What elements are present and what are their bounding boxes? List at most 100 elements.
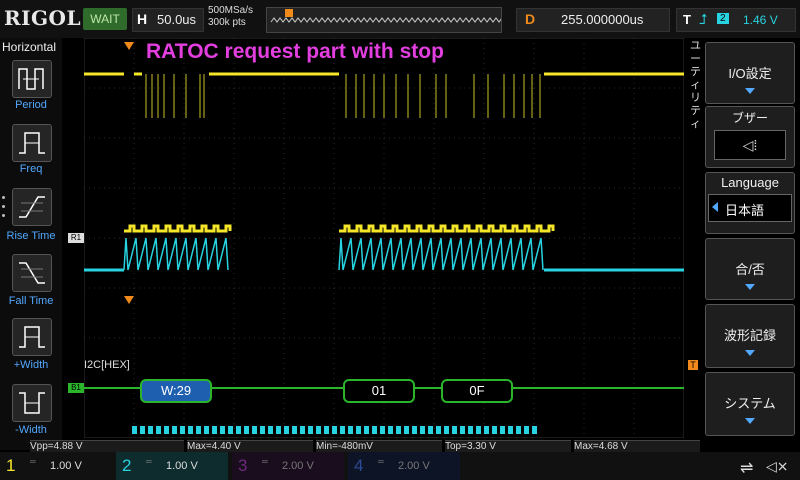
measure-panel-title: Horizontal: [2, 40, 57, 54]
ch2-trace-burst-1: [123, 237, 229, 271]
bus-activity-mark: [196, 426, 201, 434]
reference-marker[interactable]: R1: [68, 233, 84, 243]
scroll-indicator-dots: [2, 196, 5, 226]
memory-overview-bar[interactable]: [266, 7, 512, 33]
language-button[interactable]: Language 日本語: [705, 172, 795, 234]
bus-activity-mark: [204, 426, 209, 434]
trigger-level-value: 1.46 V: [743, 13, 778, 27]
rise-time-label: Rise Time: [6, 230, 56, 242]
channel-3-number: 3: [238, 456, 248, 475]
channel-1-number: 1: [6, 456, 16, 475]
bus-marker[interactable]: B1: [68, 383, 84, 393]
bus-activity-mark: [284, 426, 289, 434]
positive-width-button[interactable]: [12, 318, 52, 356]
chevron-down-icon: [745, 88, 755, 94]
timebase-box[interactable]: H 50.0us: [132, 8, 204, 32]
bus-activity-mark: [396, 426, 401, 434]
bus-activity-mark: [156, 426, 161, 434]
bus-activity-mark: [148, 426, 153, 434]
pass-fail-button[interactable]: 合/否: [705, 238, 795, 300]
channel-4-scale: 2.00 V: [398, 460, 430, 472]
bus-activity-mark: [268, 426, 273, 434]
delay-key: D: [525, 11, 536, 27]
bus-activity-mark: [356, 426, 361, 434]
bus-activity-mark: [508, 426, 513, 434]
timebase-value: 50.0us: [157, 12, 197, 27]
bus-activity-mark: [316, 426, 321, 434]
channel-4-status[interactable]: 4 ═ 2.00 V: [348, 452, 460, 480]
bus-activity-mark: [164, 426, 169, 434]
trigger-box[interactable]: T ⮥ 2 1.46 V: [676, 8, 796, 32]
buzzer-label: ブザー: [731, 111, 768, 125]
decode-frame-address[interactable]: W:29: [140, 379, 212, 403]
channel-2-status[interactable]: 2 ═ 1.00 V: [116, 452, 228, 480]
scl-trace-pulses-1: [124, 224, 232, 233]
scl-trace-pulses-2: [339, 224, 555, 233]
decode-frame-data-2[interactable]: 0F: [441, 379, 513, 403]
bus-activity-mark: [460, 426, 465, 434]
memory-overview-waveform: [270, 9, 512, 23]
chevron-down-icon: [745, 284, 755, 290]
bus-activity-mark: [452, 426, 457, 434]
freq-label: Freq: [19, 163, 43, 175]
rise-time-button[interactable]: [12, 188, 52, 226]
dc-coupling-icon: ═: [378, 457, 384, 466]
bus-activity-mark: [476, 426, 481, 434]
period-button[interactable]: [12, 60, 52, 98]
channel-2-number: 2: [122, 456, 132, 475]
utility-menu-title: ユーティリティ: [690, 40, 701, 130]
waveform-record-button[interactable]: 波形記録: [705, 304, 795, 368]
decode-frame-data-1[interactable]: 01: [343, 379, 415, 403]
system-button[interactable]: システム: [705, 372, 795, 436]
io-settings-label: I/O設定: [728, 66, 772, 81]
timebase-key: H: [137, 11, 148, 27]
channel-3-status[interactable]: 3 ═ 2.00 V: [232, 452, 344, 480]
channel-1-status[interactable]: 1 ═ 1.00 V: [0, 452, 112, 480]
freq-button[interactable]: [12, 124, 52, 162]
trigger-position-top-marker[interactable]: [124, 42, 134, 50]
waveform-display[interactable]: [84, 38, 684, 438]
channel-4-number: 4: [354, 456, 364, 475]
bus-activity-mark: [516, 426, 521, 434]
bus-activity-mark: [260, 426, 265, 434]
bus-activity-mark: [244, 426, 249, 434]
period-icon: [18, 68, 44, 90]
buzzer-button[interactable]: ブザー ◁⁞: [705, 106, 795, 168]
speaker-icon[interactable]: ◁⨯: [766, 458, 789, 475]
bus-activity-mark: [436, 426, 441, 434]
fall-time-icon: [19, 262, 45, 284]
delay-box[interactable]: D 255.000000us: [516, 8, 670, 32]
bus-activity-mark: [468, 426, 473, 434]
chevron-down-icon: [745, 418, 755, 424]
bus-activity-mark: [188, 426, 193, 434]
fall-time-button[interactable]: [12, 254, 52, 292]
channel-2-scale: 1.00 V: [166, 460, 198, 472]
memory-depth: 300k pts: [208, 17, 246, 28]
io-settings-button[interactable]: I/O設定: [705, 42, 795, 104]
bus-activity-mark: [420, 426, 425, 434]
pass-fail-label: 合/否: [735, 262, 765, 277]
run-status-badge[interactable]: WAIT: [83, 8, 127, 30]
trigger-level-marker[interactable]: T: [688, 360, 698, 370]
bus-activity-mark: [252, 426, 257, 434]
bus-activity-mark: [404, 426, 409, 434]
rise-time-icon: [19, 196, 45, 218]
bus-activity-mark: [332, 426, 337, 434]
bus-activity-mark: [300, 426, 305, 434]
system-label: システム: [724, 396, 776, 411]
channel-3-scale: 2.00 V: [282, 460, 314, 472]
bus-activity-mark: [388, 426, 393, 434]
period-label: Period: [15, 99, 47, 111]
bus-activity-mark: [484, 426, 489, 434]
bus-activity-mark: [132, 426, 137, 434]
bus-activity-mark: [292, 426, 297, 434]
bus-activity-mark: [524, 426, 529, 434]
trigger-position-lower-marker: [124, 296, 134, 304]
trigger-position-marker: [285, 9, 293, 17]
bus-activity-mark: [428, 426, 433, 434]
negative-width-label: -Width: [15, 424, 47, 436]
bus-activity-mark: [444, 426, 449, 434]
negative-width-button[interactable]: [12, 384, 52, 422]
bus-activity-mark: [372, 426, 377, 434]
delay-value: 255.000000us: [561, 12, 644, 27]
